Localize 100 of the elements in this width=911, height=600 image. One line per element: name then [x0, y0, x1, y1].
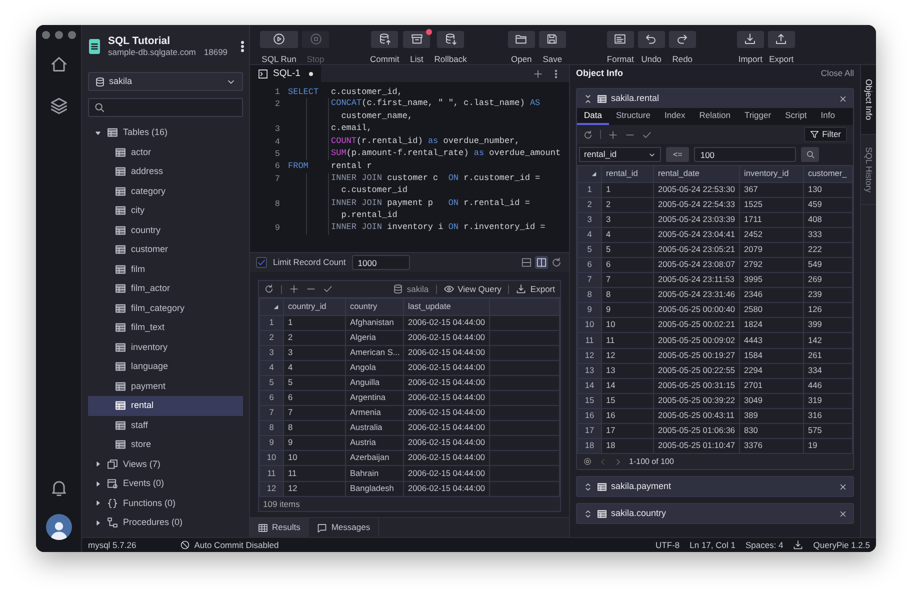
- tree-item[interactable]: film_category: [88, 298, 243, 318]
- tree-item[interactable]: Procedures (0): [88, 513, 243, 532]
- result-tab[interactable]: Results: [250, 518, 310, 537]
- line-number: 2: [274, 99, 280, 110]
- next-page-button[interactable]: [614, 458, 622, 466]
- notifications-button[interactable]: [50, 479, 68, 497]
- tree-item[interactable]: Events (0): [88, 474, 243, 494]
- download-button[interactable]: [793, 540, 804, 550]
- column-header[interactable]: customer_: [804, 166, 852, 182]
- tree-item[interactable]: country: [88, 220, 243, 240]
- column-header[interactable]: country_id: [284, 298, 346, 315]
- limit-checkbox[interactable]: [256, 257, 267, 268]
- code-line: c.customer_id: [284, 185, 408, 198]
- tree-item[interactable]: actor: [88, 142, 243, 162]
- code-line: INNER JOIN inventory i ON r.inventory_id =: [284, 222, 546, 235]
- home-button[interactable]: [50, 55, 68, 73]
- side-tab[interactable]: SQL History: [861, 135, 876, 205]
- tree-item[interactable]: staff: [88, 416, 243, 435]
- add-row-button[interactable]: [608, 130, 618, 140]
- object-tab[interactable]: Info: [814, 108, 842, 125]
- line-number: 5: [274, 149, 280, 160]
- column-header[interactable]: inventory_id: [740, 166, 804, 182]
- expand-toggle-button[interactable]: [583, 482, 593, 492]
- table-cell: 142: [804, 332, 852, 348]
- row-number: 2: [260, 330, 284, 346]
- table-cell: 389: [740, 408, 804, 424]
- add-row-button[interactable]: [289, 284, 299, 294]
- tree-item[interactable]: customer: [88, 240, 243, 260]
- table-cell: 2005-05-24 23:08:07: [654, 257, 740, 273]
- expand-toggle-button[interactable]: [583, 508, 593, 519]
- tree-item[interactable]: store: [88, 435, 243, 454]
- filter-button[interactable]: Filter: [804, 127, 847, 142]
- filter-value-input[interactable]: 100: [694, 147, 796, 162]
- table-icon: [115, 420, 126, 431]
- column-header[interactable]: rental_id: [602, 166, 654, 182]
- refresh-button[interactable]: [264, 284, 274, 294]
- database-select[interactable]: sakila: [88, 72, 243, 91]
- check-icon: [323, 284, 333, 294]
- table-icon: [115, 400, 126, 412]
- editor-tab[interactable]: SQL-1: [250, 65, 322, 82]
- column-header[interactable]: last_update: [404, 298, 490, 315]
- tree-item[interactable]: rental: [88, 396, 243, 416]
- toolbar-button[interactable]: Rollback: [434, 31, 467, 64]
- table-cell: 2005-05-24 23:04:41: [654, 227, 740, 242]
- settings-button[interactable]: [583, 457, 592, 466]
- tree-item[interactable]: film_text: [88, 318, 243, 338]
- tree-item[interactable]: category: [88, 182, 243, 201]
- view-query-link[interactable]: View Query: [444, 284, 502, 294]
- connection-host: sample-db.sqlgate.com: [108, 47, 196, 58]
- search-button[interactable]: [801, 147, 820, 162]
- table-cell: 2792: [740, 257, 804, 273]
- tree-item[interactable]: Views (7): [88, 454, 243, 474]
- close-icon: [839, 94, 847, 102]
- toolbar-button[interactable]: Commit: [370, 31, 400, 64]
- row-number: 2: [578, 197, 602, 212]
- table-cell: 13: [602, 363, 654, 378]
- object-tab[interactable]: Relation: [692, 108, 738, 125]
- close-button[interactable]: [839, 510, 847, 518]
- side-tab[interactable]: Object Info: [861, 65, 876, 135]
- home-icon: [50, 55, 68, 73]
- close-all-button[interactable]: Close All: [820, 68, 854, 79]
- table-cell: 7: [284, 406, 346, 421]
- layers-button[interactable]: [50, 97, 68, 115]
- tree-item[interactable]: inventory: [88, 338, 243, 357]
- search-field[interactable]: [88, 98, 243, 117]
- avatar[interactable]: [46, 514, 72, 540]
- tree-item[interactable]: city: [88, 201, 243, 220]
- object-tab[interactable]: Index: [657, 108, 692, 125]
- tree-item[interactable]: language: [88, 357, 243, 376]
- table-cell: 15: [602, 393, 654, 408]
- refresh-button[interactable]: [550, 256, 563, 270]
- tree-item[interactable]: Functions (0): [88, 494, 243, 513]
- collapse-icon: [583, 94, 593, 104]
- operator-button[interactable]: <=: [666, 147, 690, 162]
- rows-layout-button[interactable]: [520, 256, 533, 270]
- tree-item[interactable]: film_actor: [88, 279, 243, 298]
- expand-toggle-button[interactable]: [583, 94, 593, 104]
- object-tab[interactable]: Trigger: [737, 108, 778, 125]
- object-tab[interactable]: Script: [778, 108, 814, 125]
- table-cell: 4: [284, 360, 346, 376]
- close-button[interactable]: [839, 94, 847, 102]
- columns-layout-button[interactable]: [535, 256, 548, 270]
- tree-item[interactable]: Tables (16): [88, 123, 243, 142]
- row-number: 13: [578, 363, 602, 378]
- close-button[interactable]: [839, 482, 847, 491]
- tree-item[interactable]: payment: [88, 376, 243, 396]
- tree-item[interactable]: film: [88, 260, 243, 279]
- object-tab[interactable]: Structure: [608, 108, 658, 125]
- refresh-button[interactable]: [583, 130, 593, 140]
- line-number: 9: [274, 223, 280, 234]
- apply-button[interactable]: [642, 130, 652, 140]
- column-header[interactable]: rental_date: [654, 166, 740, 182]
- apply-button[interactable]: [323, 284, 333, 294]
- column-select[interactable]: rental_id: [579, 147, 661, 162]
- export-link[interactable]: Export: [516, 284, 555, 294]
- new-tab-button[interactable]: [533, 68, 543, 78]
- column-header[interactable]: country: [346, 298, 404, 315]
- table-cell: 2006-02-15 04:44:00: [404, 375, 490, 390]
- tree-item[interactable]: address: [88, 162, 243, 182]
- limit-input[interactable]: 1000: [352, 255, 410, 270]
